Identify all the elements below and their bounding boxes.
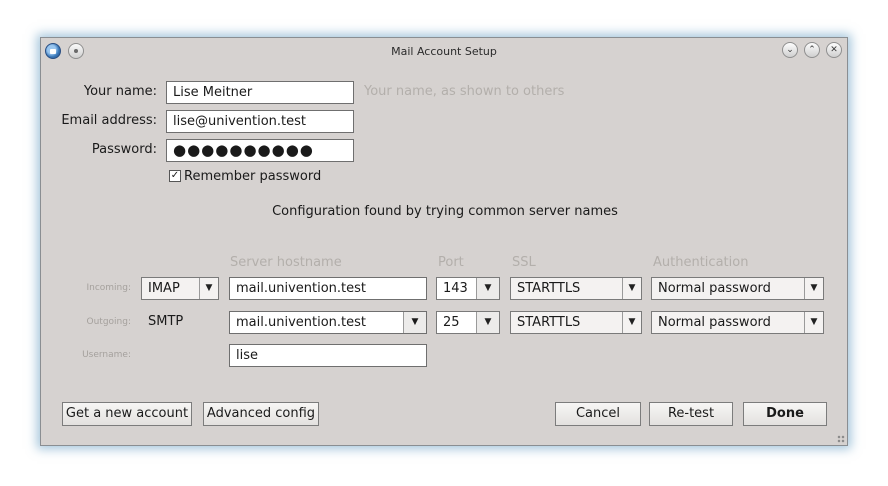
chevron-down-icon[interactable]: ▼ [403,312,426,333]
password-input[interactable]: ●●●●●●●●●● [166,139,354,162]
header-port: Port [438,255,464,270]
get-new-account-button[interactable]: Get a new account [62,402,192,426]
outgoing-ssl-select[interactable]: STARTTLS ▼ [510,311,642,334]
header-authentication: Authentication [653,255,749,270]
mail-account-setup-dialog: Mail Account Setup ⌄ ⌃ ✕ Your name: Lise… [40,37,848,446]
window-title: Mail Account Setup [391,45,497,58]
retest-button[interactable]: Re-test [649,402,733,426]
outgoing-port-value: 25 [443,315,460,330]
chevron-down-icon[interactable]: ▼ [476,312,499,333]
status-message: Configuration found by trying common ser… [272,204,618,219]
outgoing-label: Outgoing: [86,317,132,327]
outgoing-hostname-value: mail.univention.test [236,315,367,330]
outgoing-protocol-label: SMTP [148,314,184,329]
incoming-ssl-select[interactable]: STARTTLS ▼ [510,277,642,300]
outgoing-auth-value: Normal password [658,315,771,330]
chevron-down-icon[interactable]: ▼ [476,278,499,299]
password-label: Password: [91,142,157,157]
incoming-auth-value: Normal password [658,281,771,296]
done-button[interactable]: Done [743,402,827,426]
remember-password-checkbox[interactable]: ✓ [169,170,181,182]
close-icon[interactable]: ✕ [826,42,842,58]
username-input[interactable]: lise [229,344,427,367]
chevron-down-icon[interactable]: ▼ [622,278,641,299]
your-name-label: Your name: [83,84,157,99]
incoming-protocol-value: IMAP [148,281,180,296]
username-label: Username: [82,350,131,360]
incoming-port-value: 143 [443,281,468,296]
email-address-label: Email address: [61,113,157,128]
incoming-auth-select[interactable]: Normal password ▼ [651,277,824,300]
incoming-port-combo[interactable]: 143 ▼ [436,277,500,300]
outgoing-ssl-value: STARTTLS [517,315,581,330]
email-address-input[interactable]: lise@univention.test [166,110,354,133]
outgoing-port-combo[interactable]: 25 ▼ [436,311,500,334]
minimize-icon[interactable]: ⌄ [782,42,798,58]
advanced-config-button[interactable]: Advanced config [203,402,319,426]
header-ssl: SSL [512,255,536,270]
remember-password-label: Remember password [184,169,322,184]
title-bar[interactable]: Mail Account Setup ⌄ ⌃ ✕ [41,38,847,64]
your-name-hint: Your name, as shown to others [364,84,565,99]
incoming-ssl-value: STARTTLS [517,281,581,296]
your-name-input[interactable]: Lise Meitner [166,81,354,104]
chevron-down-icon[interactable]: ▼ [804,278,823,299]
incoming-protocol-select[interactable]: IMAP ▼ [141,277,219,300]
maximize-icon[interactable]: ⌃ [804,42,820,58]
incoming-hostname-input[interactable]: mail.univention.test [229,277,427,300]
header-server-hostname: Server hostname [230,255,342,270]
outgoing-hostname-combo[interactable]: mail.univention.test ▼ [229,311,427,334]
chevron-down-icon[interactable]: ▼ [804,312,823,333]
chevron-down-icon[interactable]: ▼ [199,278,218,299]
incoming-label: Incoming: [86,283,131,293]
outgoing-auth-select[interactable]: Normal password ▼ [651,311,824,334]
resize-grip-icon[interactable] [837,435,845,443]
cancel-button[interactable]: Cancel [555,402,641,426]
chevron-down-icon[interactable]: ▼ [622,312,641,333]
